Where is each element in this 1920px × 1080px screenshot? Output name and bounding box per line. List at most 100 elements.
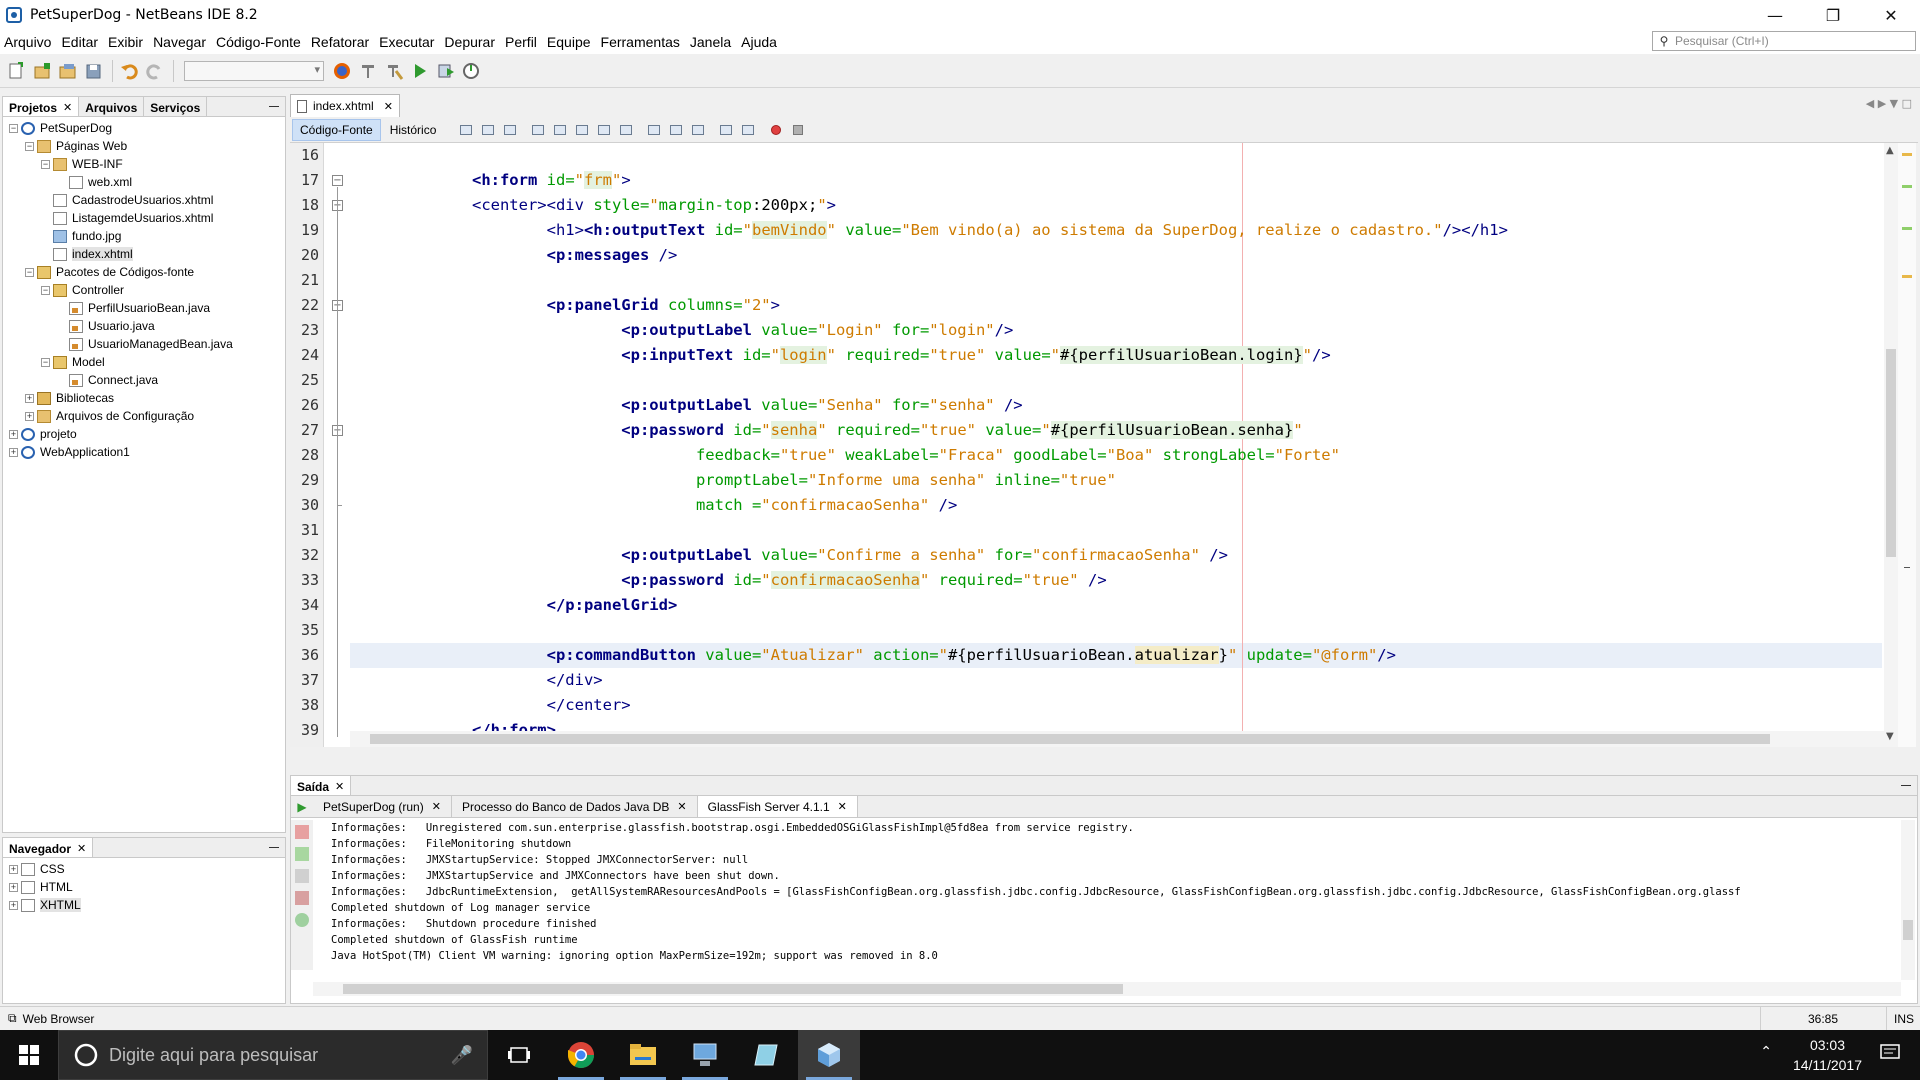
expand-icon[interactable]: + — [9, 447, 18, 457]
collapse-icon[interactable]: − — [25, 141, 34, 151]
tree-node[interactable]: + WebApplication1 — [3, 443, 285, 461]
close-tab-icon[interactable]: ✕ — [384, 100, 393, 113]
output-tab-glassfish[interactable]: GlassFish Server 4.1.1 ✕ — [697, 796, 858, 817]
tree-node[interactable]: CadastrodeUsuarios.xhtml — [3, 191, 285, 209]
last-edit-icon[interactable] — [457, 121, 475, 139]
tab-projetos[interactable]: Projetos ✕ — [3, 97, 80, 116]
source-view-button[interactable]: Código-Fonte — [292, 118, 381, 141]
close-icon[interactable]: ✕ — [63, 101, 72, 114]
history-view-button[interactable]: Histórico — [383, 119, 444, 141]
close-icon[interactable]: ✕ — [838, 800, 847, 813]
output-vertical-scrollbar[interactable] — [1901, 820, 1915, 980]
occurrence-marker[interactable] — [1902, 185, 1912, 188]
status-web-browser[interactable]: Web Browser — [23, 1012, 95, 1026]
tree-node[interactable]: − PetSuperDog — [3, 119, 285, 137]
next-bookmark-icon[interactable] — [667, 121, 685, 139]
scroll-down-icon[interactable]: ▼ — [1886, 731, 1894, 742]
toggle-bookmark-icon[interactable] — [689, 121, 707, 139]
tree-node[interactable]: Usuario.java — [3, 317, 285, 335]
tree-node[interactable]: PerfilUsuarioBean.java — [3, 299, 285, 317]
expand-icon[interactable]: + — [9, 864, 18, 874]
menu-executar[interactable]: Executar — [375, 34, 440, 50]
run-icon[interactable]: ▶ — [291, 796, 313, 817]
tree-node[interactable]: − WEB-INF — [3, 155, 285, 173]
new-project-icon[interactable] — [30, 59, 54, 83]
menu-depurar[interactable]: Depurar — [440, 34, 501, 50]
menu-refatorar[interactable]: Refatorar — [307, 34, 375, 50]
tree-node[interactable]: UsuarioManagedBean.java — [3, 335, 285, 353]
rerun-debug-icon[interactable] — [295, 847, 309, 861]
new-file-icon[interactable] — [4, 59, 28, 83]
stop-icon[interactable] — [295, 869, 309, 883]
navigator-item-css[interactable]: + CSS — [9, 860, 285, 878]
tree-node[interactable]: − Pacotes de Códigos-fonte — [3, 263, 285, 281]
error-stripe[interactable] — [1898, 143, 1916, 747]
close-icon[interactable]: ✕ — [335, 780, 344, 793]
minimize-panel-icon[interactable] — [263, 838, 285, 857]
output-horizontal-scrollbar[interactable] — [313, 982, 1901, 996]
tab-navigation-arrows[interactable]: ◀ ▶ ▼ □ — [1866, 97, 1912, 110]
collapse-icon[interactable]: − — [41, 357, 50, 367]
tab-arquivos[interactable]: Arquivos — [79, 97, 145, 116]
open-project-icon[interactable] — [56, 59, 80, 83]
maximize-button[interactable]: ❐ — [1804, 0, 1862, 30]
expand-icon[interactable]: + — [9, 882, 18, 892]
tree-node[interactable]: − Páginas Web — [3, 137, 285, 155]
collapse-icon[interactable]: − — [9, 123, 18, 133]
menu-codigo-fonte[interactable]: Código-Fonte — [212, 34, 307, 50]
collapse-icon[interactable]: − — [41, 159, 50, 169]
run-project-icon[interactable] — [408, 59, 432, 83]
action-center-icon[interactable] — [1880, 1044, 1900, 1066]
back-icon[interactable] — [479, 121, 497, 139]
close-icon[interactable]: ✕ — [77, 842, 86, 855]
chrome-icon[interactable] — [550, 1030, 612, 1080]
show-hidden-icons-chevron-icon[interactable]: ⌃ — [1760, 1044, 1772, 1060]
toggle-rectangular-selection-icon[interactable] — [617, 121, 635, 139]
undo-icon[interactable] — [117, 59, 141, 83]
output-tab-java-db[interactable]: Processo do Banco de Dados Java DB ✕ — [452, 796, 698, 817]
microphone-icon[interactable]: 🎤 — [451, 1045, 473, 1066]
menu-arquivo[interactable]: Arquivo — [0, 34, 57, 50]
tree-node[interactable]: + Bibliotecas — [3, 389, 285, 407]
tree-node[interactable]: ListagemdeUsuarios.xhtml — [3, 209, 285, 227]
code-editor[interactable]: 16 17 18 19 20 21 22 23 24 25 26 27 28 29 30 31 32 33 34 35… — [290, 143, 1916, 747]
occurrence-marker[interactable] — [1902, 227, 1912, 230]
toggle-highlight-icon[interactable] — [595, 121, 613, 139]
tree-node[interactable]: + projeto — [3, 425, 285, 443]
clean-build-icon[interactable] — [382, 59, 406, 83]
scrollbar-thumb[interactable] — [1903, 920, 1913, 940]
tree-node[interactable]: + Arquivos de Configuração — [3, 407, 285, 425]
collapse-icon[interactable]: − — [25, 267, 34, 277]
find-next-icon[interactable] — [573, 121, 591, 139]
file-explorer-icon[interactable] — [612, 1030, 674, 1080]
debug-project-icon[interactable] — [434, 59, 458, 83]
stop-macro-icon[interactable] — [789, 121, 807, 139]
profile-project-icon[interactable] — [460, 59, 484, 83]
editor-horizontal-scrollbar[interactable] — [350, 731, 1884, 747]
restore-window-icon[interactable]: ⧉ — [8, 1011, 17, 1026]
start-macro-icon[interactable] — [767, 121, 785, 139]
minimize-panel-icon[interactable] — [263, 97, 285, 116]
expand-icon[interactable]: + — [9, 900, 18, 910]
fold-collapse-icon[interactable]: − — [332, 175, 343, 186]
build-project-icon[interactable] — [356, 59, 380, 83]
find-previous-icon[interactable] — [551, 121, 569, 139]
scrollbar-thumb[interactable] — [343, 984, 1123, 994]
network-app-icon[interactable] — [674, 1030, 736, 1080]
redo-icon[interactable] — [143, 59, 167, 83]
tree-node[interactable]: Connect.java — [3, 371, 285, 389]
navigator-item-xhtml[interactable]: + XHTML — [9, 896, 285, 914]
menu-perfil[interactable]: Perfil — [501, 34, 543, 50]
previous-bookmark-icon[interactable] — [645, 121, 663, 139]
notes-app-icon[interactable] — [736, 1030, 798, 1080]
editor-vertical-scrollbar[interactable]: ▲ ▼ — [1884, 143, 1898, 747]
navigator-item-html[interactable]: + HTML — [9, 878, 285, 896]
menu-ajuda[interactable]: Ajuda — [737, 34, 783, 50]
expand-icon[interactable]: + — [25, 411, 34, 421]
scrollbar-thumb[interactable] — [1886, 349, 1896, 557]
menu-navegar[interactable]: Navegar — [149, 34, 212, 50]
shift-right-icon[interactable] — [739, 121, 757, 139]
taskbar-clock[interactable]: 03:03 14/11/2017 — [1793, 1035, 1862, 1075]
start-button[interactable] — [0, 1030, 58, 1080]
configuration-dropdown[interactable] — [184, 60, 324, 81]
